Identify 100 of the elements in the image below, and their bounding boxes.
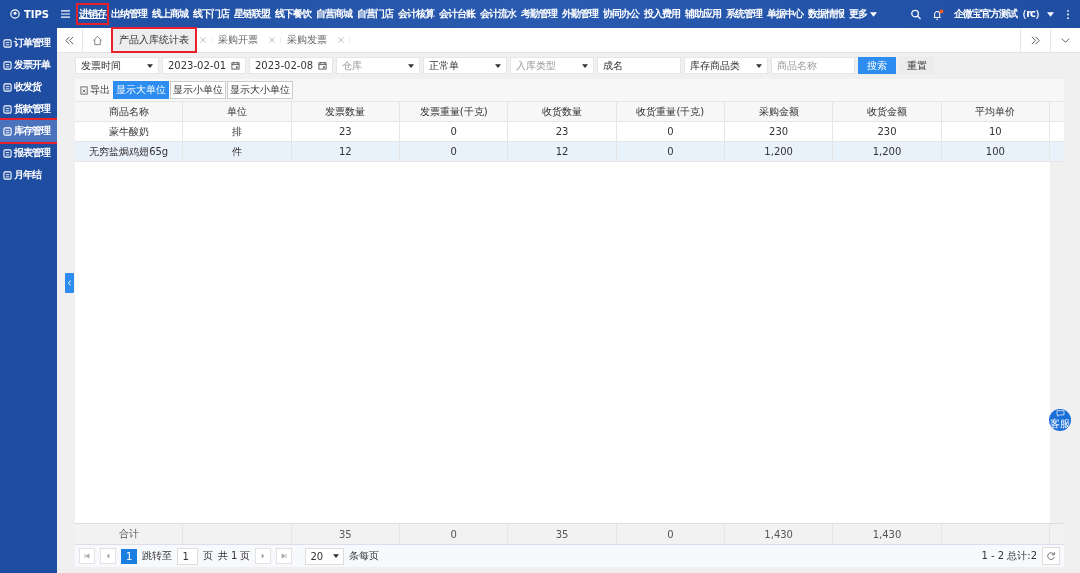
column-header: 收货金额 <box>833 102 942 121</box>
nav-item[interactable]: 辅助应用 <box>684 5 723 23</box>
page-tab[interactable]: 产品入库统计表 <box>113 29 195 51</box>
jump-label: 跳转至 <box>142 549 173 563</box>
more-menu[interactable]: 更多 <box>848 5 869 23</box>
nav-item[interactable]: 会计台账 <box>438 5 477 23</box>
sidebar-item[interactable]: 收发货 <box>0 76 57 98</box>
sidebar-item[interactable]: 发票开单 <box>0 54 57 76</box>
search-icon[interactable] <box>910 8 923 20</box>
table-cell: 无穷盐焗鸡翅65g <box>75 142 184 161</box>
nav-item[interactable]: 数据情报 <box>807 5 846 23</box>
column-header: 收货重量(千克) <box>616 102 725 121</box>
nav-item[interactable]: 进销存 <box>78 5 108 23</box>
page-input[interactable]: 1 <box>177 547 198 565</box>
table-cell: 10 <box>941 122 1050 141</box>
list-icon <box>3 82 12 92</box>
page-unit: 页 <box>202 549 213 563</box>
select-field[interactable]: 发票时间 <box>75 57 159 74</box>
nav-item[interactable]: 投入费用 <box>643 5 682 23</box>
unit-toggle[interactable]: 显示大小单位 <box>227 81 293 99</box>
table-cell: 0 <box>616 142 725 161</box>
table-cell: 0 <box>400 142 509 161</box>
list-icon <box>3 60 12 70</box>
nav-item[interactable]: 会计核算 <box>397 5 436 23</box>
table-cell: 230 <box>725 122 834 141</box>
input-field[interactable]: 成名 <box>597 57 681 74</box>
page-size-label: 条每页 <box>349 549 380 563</box>
caret-icon[interactable] <box>1047 11 1054 17</box>
more-icon[interactable] <box>1066 8 1070 20</box>
brand-logo[interactable]: TIPS <box>10 8 50 20</box>
total-cell: 0 <box>450 528 457 540</box>
export-icon <box>80 85 89 95</box>
sidebar-item[interactable]: 货款管理 <box>0 98 57 120</box>
user-menu[interactable]: 企微宝官方测试（rc） <box>954 7 1044 21</box>
nav-item[interactable]: 会计流水 <box>479 5 518 23</box>
table-cell: 排 <box>183 122 292 141</box>
nav-item[interactable]: 系统管理 <box>725 5 764 23</box>
total-label: 合计 <box>118 527 139 541</box>
nav-item[interactable]: 外勤管理 <box>561 5 600 23</box>
date-field[interactable]: 2023-02-08 <box>249 57 333 74</box>
table-cell: 1,200 <box>725 142 834 161</box>
bell-icon[interactable] <box>932 8 945 20</box>
table-cell: 0 <box>400 122 509 141</box>
select-field[interactable]: 正常单 <box>423 57 507 74</box>
collapse-handle[interactable] <box>65 273 74 293</box>
nav-item[interactable]: 协同办公 <box>602 5 641 23</box>
table-cell: 蒙牛酸奶 <box>75 122 184 141</box>
date-field[interactable]: 2023-02-01 <box>162 57 246 74</box>
caret-icon[interactable] <box>147 63 153 68</box>
page-button[interactable]: 1 <box>121 548 138 564</box>
table-cell: 100 <box>941 142 1050 161</box>
sidebar-item[interactable]: 月年结 <box>0 164 57 186</box>
sidebar-item[interactable]: 库存管理 <box>0 120 57 142</box>
nav-item[interactable]: 自营商城 <box>315 5 354 23</box>
reset-button[interactable]: 重置 <box>899 57 935 74</box>
chat-button[interactable]: 客服 <box>1049 409 1071 431</box>
total-cell: 35 <box>555 528 569 540</box>
column-header: 平均单价 <box>941 102 1050 121</box>
list-icon <box>3 170 12 180</box>
page-tab[interactable]: 采购开票 <box>212 29 264 51</box>
calendar-icon[interactable] <box>231 61 240 70</box>
page-size-select[interactable]: 20 <box>305 547 345 565</box>
sidebar-item[interactable]: 订单管理 <box>0 32 57 54</box>
table-cell: 0 <box>616 122 725 141</box>
chat-icon <box>1055 409 1065 417</box>
list-icon <box>3 126 12 136</box>
list-icon <box>3 38 12 48</box>
total-cell: 1,430 <box>764 528 793 540</box>
nav-item[interactable]: 考勤管理 <box>520 5 559 23</box>
nav-item[interactable]: 出纳管理 <box>110 5 149 23</box>
total-cell: 1,430 <box>872 528 902 540</box>
column-header: 采购金额 <box>725 102 834 121</box>
export-button[interactable]: 导出 <box>80 83 110 97</box>
menu-icon[interactable] <box>61 10 71 18</box>
refresh-icon[interactable] <box>1042 547 1060 565</box>
page-tab[interactable]: 采购发票 <box>281 29 333 51</box>
column-header: 收货数量 <box>508 102 617 121</box>
unit-toggle[interactable]: 显示小单位 <box>170 81 226 99</box>
caret-icon[interactable] <box>870 11 878 17</box>
select-field[interactable]: 库存商品类 <box>684 57 768 74</box>
nav-item[interactable]: 线下餐饮 <box>274 5 313 23</box>
total-pages: 共 1 页 <box>217 549 251 563</box>
caret-icon[interactable] <box>582 63 588 68</box>
record-summary: 1 - 2 总计:2 <box>981 549 1037 563</box>
list-icon <box>3 148 12 158</box>
table-row[interactable]: 无穷盐焗鸡翅65g 件 12 0 12 0 1,200 1,200 100 <box>75 142 1064 162</box>
nav-item[interactable]: 星链联盟 <box>233 5 272 23</box>
table-cell: 12 <box>508 142 617 161</box>
sidebar-item[interactable]: 报表管理 <box>0 142 57 164</box>
calendar-icon[interactable] <box>318 61 327 70</box>
caret-icon[interactable] <box>495 63 501 68</box>
caret-icon[interactable] <box>756 63 762 68</box>
caret-icon[interactable] <box>333 554 340 558</box>
nav-item[interactable]: 单据中心 <box>766 5 805 23</box>
column-header: 商品名称 <box>75 102 184 121</box>
nav-item[interactable]: 自营门店 <box>356 5 395 23</box>
column-header: 发票数量 <box>291 102 400 121</box>
nav-item[interactable]: 线下门店 <box>192 5 231 23</box>
nav-item[interactable]: 线上商城 <box>151 5 190 23</box>
caret-icon[interactable] <box>408 63 414 68</box>
